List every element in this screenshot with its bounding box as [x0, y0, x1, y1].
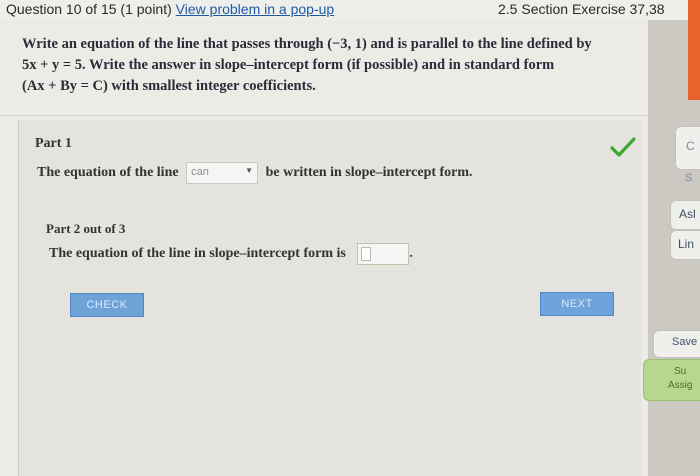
view-popup-link[interactable]: View problem in a pop-up	[176, 1, 335, 17]
save-button[interactable]: Save	[653, 330, 700, 358]
checkmark-icon	[610, 137, 636, 157]
sentence-period: .	[409, 246, 413, 262]
next-button[interactable]: NEXT	[540, 292, 614, 316]
links-label: Lin	[678, 237, 695, 251]
dropdown-value: can	[191, 166, 209, 178]
equation-input[interactable]	[357, 243, 410, 265]
orange-tab	[688, 0, 700, 100]
problem-statement: Write an equation of the line that passe…	[22, 34, 642, 97]
submit-label-2: Assig	[668, 380, 693, 391]
math-cursor-box	[361, 247, 372, 261]
can-cannot-dropdown[interactable]: can ▼	[186, 162, 259, 184]
sidebar-c-label: C	[686, 139, 695, 153]
links-button[interactable]: Lin	[670, 230, 700, 260]
problem-line-3: (Ax + By = C) with smallest integer coef…	[22, 78, 316, 94]
part1-sentence: The equation of the line can ▼ be writte…	[37, 162, 473, 184]
question-number: Question 10 of 15 (1 point)	[6, 1, 172, 17]
sidebar-s-label: S	[685, 172, 693, 184]
submit-assignment-button[interactable]: Su Assig	[643, 359, 700, 401]
problem-line-1: Write an equation of the line that passe…	[22, 36, 592, 52]
problem-line-2: 5x + y = 5. Write the answer in slope–in…	[22, 57, 555, 73]
sidebar-s-button[interactable]: S	[675, 170, 700, 190]
part1-text-before: The equation of the line	[37, 165, 179, 181]
sidebar-c-button[interactable]: C	[675, 126, 700, 170]
question-header: Question 10 of 15 (1 point) View problem…	[0, 0, 700, 20]
ask-label: Asl	[679, 207, 696, 221]
ask-button[interactable]: Asl	[670, 200, 700, 230]
part2-sentence: The equation of the line in slope–interc…	[49, 243, 413, 265]
submit-label-1: Su	[674, 366, 687, 377]
part1-title: Part 1	[35, 136, 72, 151]
part2-text: The equation of the line in slope–interc…	[49, 246, 346, 262]
question-info: Question 10 of 15 (1 point) View problem…	[6, 1, 334, 17]
check-button[interactable]: CHECK	[70, 293, 144, 317]
part1-text-after: be written in slope–intercept form.	[265, 165, 473, 181]
save-label: Save	[672, 336, 698, 348]
section-label: 2.5 Section Exercise 37,38	[498, 1, 665, 17]
part2-title: Part 2 out of 3	[46, 221, 126, 236]
chevron-down-icon: ▼	[245, 166, 254, 175]
divider	[0, 115, 648, 116]
